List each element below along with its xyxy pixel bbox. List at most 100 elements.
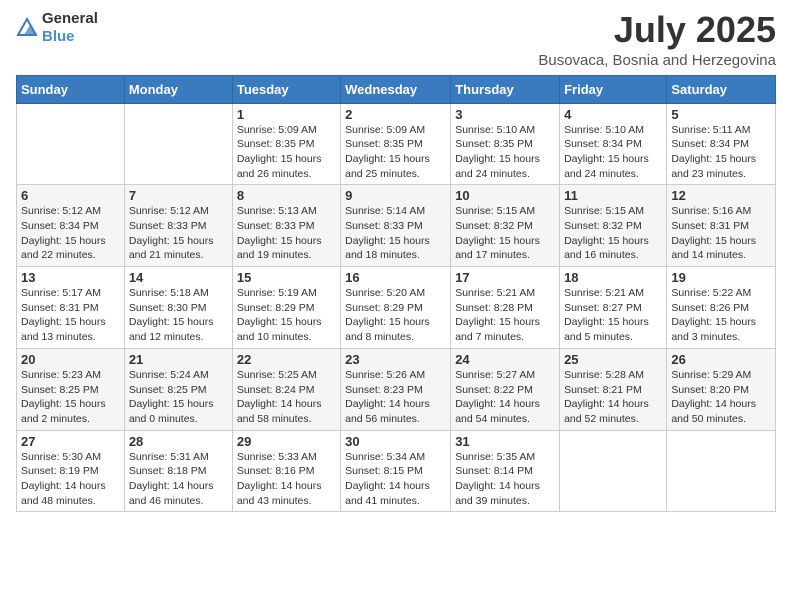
- logo: General Blue: [16, 10, 98, 46]
- day-info: Sunrise: 5:12 AM Sunset: 8:33 PM Dayligh…: [129, 204, 228, 263]
- col-sunday: Sunday: [17, 75, 125, 103]
- day-number: 20: [21, 352, 120, 367]
- day-info: Sunrise: 5:16 AM Sunset: 8:31 PM Dayligh…: [671, 204, 771, 263]
- day-info: Sunrise: 5:10 AM Sunset: 8:34 PM Dayligh…: [564, 123, 662, 182]
- day-info: Sunrise: 5:18 AM Sunset: 8:30 PM Dayligh…: [129, 286, 228, 345]
- day-number: 30: [345, 434, 446, 449]
- table-row: 22Sunrise: 5:25 AM Sunset: 8:24 PM Dayli…: [232, 348, 340, 430]
- header: General Blue July 2025 Busovaca, Bosnia …: [16, 10, 776, 69]
- day-number: 23: [345, 352, 446, 367]
- day-number: 29: [237, 434, 336, 449]
- logo-icon: [16, 17, 38, 39]
- day-number: 18: [564, 270, 662, 285]
- title-block: July 2025 Busovaca, Bosnia and Herzegovi…: [538, 10, 776, 69]
- day-number: 25: [564, 352, 662, 367]
- day-number: 1: [237, 107, 336, 122]
- calendar-week-row: 20Sunrise: 5:23 AM Sunset: 8:25 PM Dayli…: [17, 348, 776, 430]
- table-row: 5Sunrise: 5:11 AM Sunset: 8:34 PM Daylig…: [667, 103, 776, 185]
- table-row: 15Sunrise: 5:19 AM Sunset: 8:29 PM Dayli…: [232, 267, 340, 349]
- col-friday: Friday: [560, 75, 667, 103]
- day-number: 2: [345, 107, 446, 122]
- col-tuesday: Tuesday: [232, 75, 340, 103]
- day-number: 27: [21, 434, 120, 449]
- table-row: [124, 103, 232, 185]
- day-info: Sunrise: 5:12 AM Sunset: 8:34 PM Dayligh…: [21, 204, 120, 263]
- day-info: Sunrise: 5:23 AM Sunset: 8:25 PM Dayligh…: [21, 368, 120, 427]
- table-row: 12Sunrise: 5:16 AM Sunset: 8:31 PM Dayli…: [667, 185, 776, 267]
- day-info: Sunrise: 5:24 AM Sunset: 8:25 PM Dayligh…: [129, 368, 228, 427]
- table-row: 8Sunrise: 5:13 AM Sunset: 8:33 PM Daylig…: [232, 185, 340, 267]
- day-number: 3: [455, 107, 555, 122]
- month-title: July 2025: [538, 10, 776, 50]
- day-number: 26: [671, 352, 771, 367]
- table-row: 25Sunrise: 5:28 AM Sunset: 8:21 PM Dayli…: [560, 348, 667, 430]
- day-info: Sunrise: 5:09 AM Sunset: 8:35 PM Dayligh…: [237, 123, 336, 182]
- day-info: Sunrise: 5:13 AM Sunset: 8:33 PM Dayligh…: [237, 204, 336, 263]
- table-row: 10Sunrise: 5:15 AM Sunset: 8:32 PM Dayli…: [451, 185, 560, 267]
- table-row: 28Sunrise: 5:31 AM Sunset: 8:18 PM Dayli…: [124, 430, 232, 512]
- day-number: 6: [21, 188, 120, 203]
- table-row: 14Sunrise: 5:18 AM Sunset: 8:30 PM Dayli…: [124, 267, 232, 349]
- day-info: Sunrise: 5:30 AM Sunset: 8:19 PM Dayligh…: [21, 450, 120, 509]
- day-number: 28: [129, 434, 228, 449]
- table-row: 16Sunrise: 5:20 AM Sunset: 8:29 PM Dayli…: [341, 267, 451, 349]
- table-row: 24Sunrise: 5:27 AM Sunset: 8:22 PM Dayli…: [451, 348, 560, 430]
- table-row: 26Sunrise: 5:29 AM Sunset: 8:20 PM Dayli…: [667, 348, 776, 430]
- table-row: 27Sunrise: 5:30 AM Sunset: 8:19 PM Dayli…: [17, 430, 125, 512]
- day-number: 31: [455, 434, 555, 449]
- table-row: 7Sunrise: 5:12 AM Sunset: 8:33 PM Daylig…: [124, 185, 232, 267]
- day-info: Sunrise: 5:25 AM Sunset: 8:24 PM Dayligh…: [237, 368, 336, 427]
- table-row: 23Sunrise: 5:26 AM Sunset: 8:23 PM Dayli…: [341, 348, 451, 430]
- table-row: 21Sunrise: 5:24 AM Sunset: 8:25 PM Dayli…: [124, 348, 232, 430]
- day-number: 11: [564, 188, 662, 203]
- day-number: 15: [237, 270, 336, 285]
- table-row: 4Sunrise: 5:10 AM Sunset: 8:34 PM Daylig…: [560, 103, 667, 185]
- day-info: Sunrise: 5:26 AM Sunset: 8:23 PM Dayligh…: [345, 368, 446, 427]
- logo-text: General Blue: [42, 10, 98, 46]
- calendar-week-row: 27Sunrise: 5:30 AM Sunset: 8:19 PM Dayli…: [17, 430, 776, 512]
- day-number: 8: [237, 188, 336, 203]
- location-title: Busovaca, Bosnia and Herzegovina: [538, 52, 776, 69]
- table-row: 19Sunrise: 5:22 AM Sunset: 8:26 PM Dayli…: [667, 267, 776, 349]
- day-number: 13: [21, 270, 120, 285]
- table-row: 13Sunrise: 5:17 AM Sunset: 8:31 PM Dayli…: [17, 267, 125, 349]
- table-row: 9Sunrise: 5:14 AM Sunset: 8:33 PM Daylig…: [341, 185, 451, 267]
- day-info: Sunrise: 5:28 AM Sunset: 8:21 PM Dayligh…: [564, 368, 662, 427]
- day-number: 9: [345, 188, 446, 203]
- day-number: 17: [455, 270, 555, 285]
- calendar-week-row: 6Sunrise: 5:12 AM Sunset: 8:34 PM Daylig…: [17, 185, 776, 267]
- day-info: Sunrise: 5:21 AM Sunset: 8:27 PM Dayligh…: [564, 286, 662, 345]
- table-row: 17Sunrise: 5:21 AM Sunset: 8:28 PM Dayli…: [451, 267, 560, 349]
- day-number: 14: [129, 270, 228, 285]
- day-info: Sunrise: 5:22 AM Sunset: 8:26 PM Dayligh…: [671, 286, 771, 345]
- calendar-week-row: 13Sunrise: 5:17 AM Sunset: 8:31 PM Dayli…: [17, 267, 776, 349]
- table-row: [667, 430, 776, 512]
- table-row: [17, 103, 125, 185]
- day-info: Sunrise: 5:31 AM Sunset: 8:18 PM Dayligh…: [129, 450, 228, 509]
- day-info: Sunrise: 5:34 AM Sunset: 8:15 PM Dayligh…: [345, 450, 446, 509]
- col-thursday: Thursday: [451, 75, 560, 103]
- day-number: 24: [455, 352, 555, 367]
- day-number: 21: [129, 352, 228, 367]
- table-row: 20Sunrise: 5:23 AM Sunset: 8:25 PM Dayli…: [17, 348, 125, 430]
- day-info: Sunrise: 5:19 AM Sunset: 8:29 PM Dayligh…: [237, 286, 336, 345]
- col-saturday: Saturday: [667, 75, 776, 103]
- calendar-table: Sunday Monday Tuesday Wednesday Thursday…: [16, 75, 776, 513]
- day-info: Sunrise: 5:09 AM Sunset: 8:35 PM Dayligh…: [345, 123, 446, 182]
- day-number: 16: [345, 270, 446, 285]
- day-info: Sunrise: 5:29 AM Sunset: 8:20 PM Dayligh…: [671, 368, 771, 427]
- day-info: Sunrise: 5:17 AM Sunset: 8:31 PM Dayligh…: [21, 286, 120, 345]
- table-row: 3Sunrise: 5:10 AM Sunset: 8:35 PM Daylig…: [451, 103, 560, 185]
- day-number: 7: [129, 188, 228, 203]
- day-info: Sunrise: 5:15 AM Sunset: 8:32 PM Dayligh…: [455, 204, 555, 263]
- calendar-week-row: 1Sunrise: 5:09 AM Sunset: 8:35 PM Daylig…: [17, 103, 776, 185]
- table-row: 18Sunrise: 5:21 AM Sunset: 8:27 PM Dayli…: [560, 267, 667, 349]
- table-row: 31Sunrise: 5:35 AM Sunset: 8:14 PM Dayli…: [451, 430, 560, 512]
- day-number: 19: [671, 270, 771, 285]
- day-info: Sunrise: 5:10 AM Sunset: 8:35 PM Dayligh…: [455, 123, 555, 182]
- day-number: 10: [455, 188, 555, 203]
- calendar-header-row: Sunday Monday Tuesday Wednesday Thursday…: [17, 75, 776, 103]
- col-wednesday: Wednesday: [341, 75, 451, 103]
- day-number: 22: [237, 352, 336, 367]
- day-info: Sunrise: 5:15 AM Sunset: 8:32 PM Dayligh…: [564, 204, 662, 263]
